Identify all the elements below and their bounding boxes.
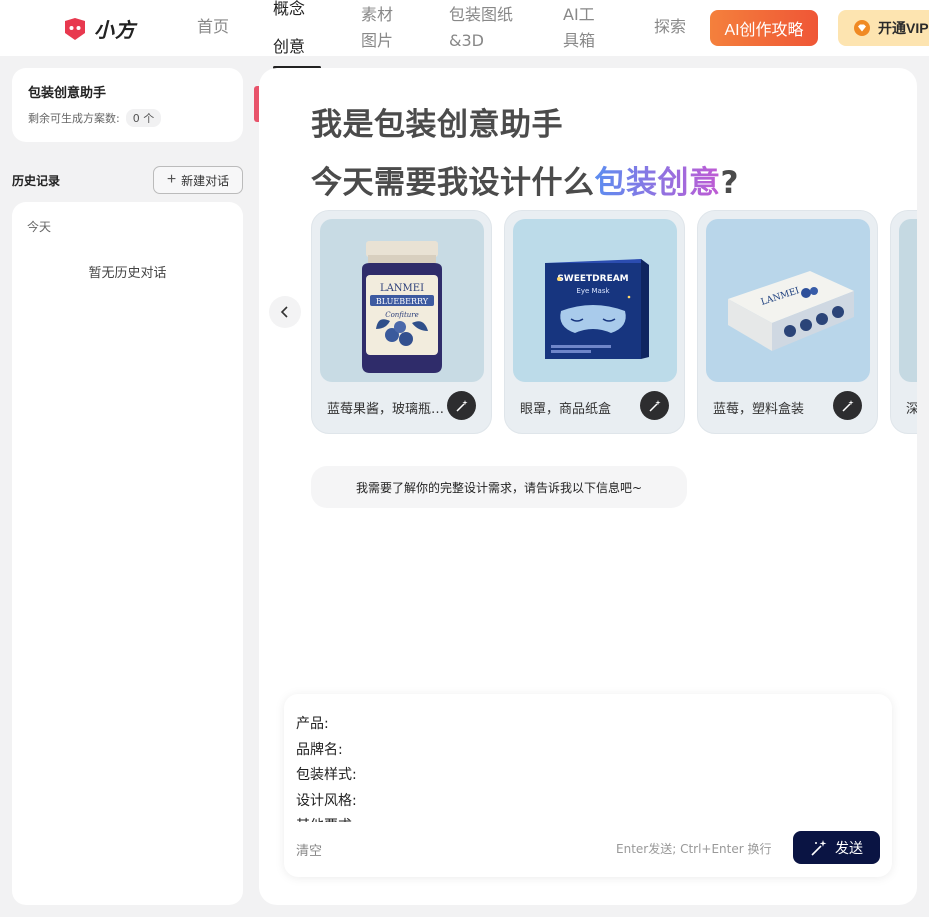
headline-prefix: 今天需要我设计什么 [311, 165, 595, 201]
remaining-label: 剩余可生成方案数: [28, 112, 120, 125]
nav-explore[interactable]: 探索 [654, 14, 686, 40]
blueberry-box-illustration: LANMEI [706, 219, 870, 382]
input-line-design: 设计风格: [296, 792, 357, 809]
nav-tools-line2: 具箱 [563, 31, 596, 50]
headline-suffix: ? [720, 165, 739, 201]
nav-home[interactable]: 首页 [197, 14, 229, 40]
headline-highlight: 包装创意 [594, 165, 721, 201]
chat-input-box: 产品: 品牌名: 包装样式: 设计风格: 其他要求: 清空 Enter发送; C… [284, 694, 892, 877]
card-label: 眼罩，商品纸盒 [520, 402, 612, 417]
magic-wand-icon[interactable] [833, 391, 862, 420]
new-chat-button[interactable]: + 新建对话 [153, 166, 243, 194]
input-line-product: 产品: [296, 716, 329, 732]
today-group-label: 今天 [27, 220, 52, 234]
empty-history-text: 暂无历史对话 [88, 266, 167, 281]
nav-material-line1: 素材 [361, 5, 394, 24]
input-line-other: 其他要求: [296, 814, 876, 822]
message-textarea[interactable]: 产品: 品牌名: 包装样式: 设计风格: 其他要求: [296, 712, 876, 822]
send-button-label: 发送 [835, 839, 863, 856]
logo-text: 小方 [94, 18, 136, 42]
input-line-brand: 品牌名: [296, 741, 343, 758]
example-card[interactable]: LANMEI BLUEBERRY Confiture 蓝莓果酱，玻璃瓶包装 [311, 210, 492, 434]
ai-guide-button[interactable]: AI创作攻略 [710, 10, 818, 46]
nav-concept-line1: 概念 [273, 0, 306, 18]
chevron-left-icon [280, 306, 288, 318]
jar-script-text: Confiture [385, 311, 419, 319]
magic-wand-icon[interactable] [640, 391, 669, 420]
headline-line2: 今天需要我设计什么包装创意? [311, 154, 739, 212]
nav-material[interactable]: 素材 图片 [361, 2, 401, 54]
nav-packaging-3d[interactable]: 包装图纸 &3D [449, 2, 521, 54]
jam-jar-illustration: LANMEI BLUEBERRY Confiture [320, 219, 484, 382]
top-navbar: 小方 首页 概念 创意 素材 图片 包装图纸 &3D AI工 具箱 探索 AI创… [0, 0, 929, 56]
blueberry-jam-image: LANMEI BLUEBERRY Confiture [320, 219, 484, 382]
main-panel: 我是包装创意助手 今天需要我设计什么包装创意? LANMEI BLUEBERRY… [259, 68, 917, 905]
card-label: 深 [906, 398, 917, 417]
card-label: 蓝莓果酱，玻璃瓶包装 [327, 402, 447, 417]
clear-button[interactable]: 清空 [296, 840, 322, 859]
remaining-quota: 剩余可生成方案数: 0 个 [28, 109, 227, 127]
nav-tools-line1: AI工 [563, 5, 595, 24]
history-heading: 历史记录 [12, 174, 61, 188]
card-label: 蓝莓，塑料盒装 [713, 402, 805, 417]
logo-icon [65, 17, 85, 40]
assistant-info-card: 包装创意助手 剩余可生成方案数: 0 个 [12, 68, 243, 142]
diamond-icon [854, 20, 870, 36]
send-hint: Enter发送; Ctrl+Enter 换行 [616, 842, 772, 856]
jar-banner-text: BLUEBERRY [376, 297, 429, 306]
nav-packaging-line1: 包装图纸 [449, 5, 514, 24]
nav-packaging-line2: &3D [449, 31, 484, 50]
new-chat-label: 新建对话 [181, 173, 230, 188]
remaining-count-badge: 0 个 [125, 109, 162, 127]
history-panel: 今天 暂无历史对话 [12, 202, 243, 905]
box-brand-text: SWEETDREAM [557, 274, 628, 284]
assistant-title: 包装创意助手 [28, 86, 107, 101]
carousel-prev-button[interactable] [269, 296, 301, 328]
logo[interactable]: 小方 [62, 14, 136, 43]
input-line-style: 包装样式: [296, 767, 357, 783]
partial-card-image [899, 219, 917, 382]
box-sub-text: Eye Mask [576, 287, 610, 295]
vip-button[interactable]: 开通VIP [838, 10, 929, 46]
example-card[interactable]: LANMEI 蓝莓，塑料盒装 [697, 210, 878, 434]
nav-concept-line2: 创意 [273, 37, 306, 56]
nav-material-line2: 图片 [361, 31, 394, 50]
assistant-message: 我需要了解你的完整设计需求，请告诉我以下信息吧~ [311, 466, 687, 508]
jar-brand-text: LANMEI [380, 283, 424, 294]
vip-button-label: 开通VIP [878, 20, 929, 36]
nav-concept[interactable]: 概念 创意 [273, 0, 321, 60]
nav-ai-tools[interactable]: AI工 具箱 [563, 2, 603, 54]
example-card[interactable]: SWEETDREAM Eye Mask 眼罩，商品纸盒 [504, 210, 685, 434]
magic-wand-icon[interactable] [447, 391, 476, 420]
eye-mask-box-image: SWEETDREAM Eye Mask [513, 219, 677, 382]
eye-mask-box-illustration: SWEETDREAM Eye Mask [513, 219, 677, 382]
example-carousel: LANMEI BLUEBERRY Confiture 蓝莓果酱，玻璃瓶包装 SW… [311, 210, 917, 434]
send-button[interactable]: 发送 [793, 831, 880, 864]
plus-icon: + [166, 171, 177, 188]
magic-wand-icon [811, 839, 827, 856]
headline-line1: 我是包装创意助手 [311, 107, 563, 143]
blueberry-box-image: LANMEI [706, 219, 870, 382]
page-headline: 我是包装创意助手 今天需要我设计什么包装创意? [311, 96, 739, 212]
example-card[interactable]: 深 [890, 210, 917, 434]
